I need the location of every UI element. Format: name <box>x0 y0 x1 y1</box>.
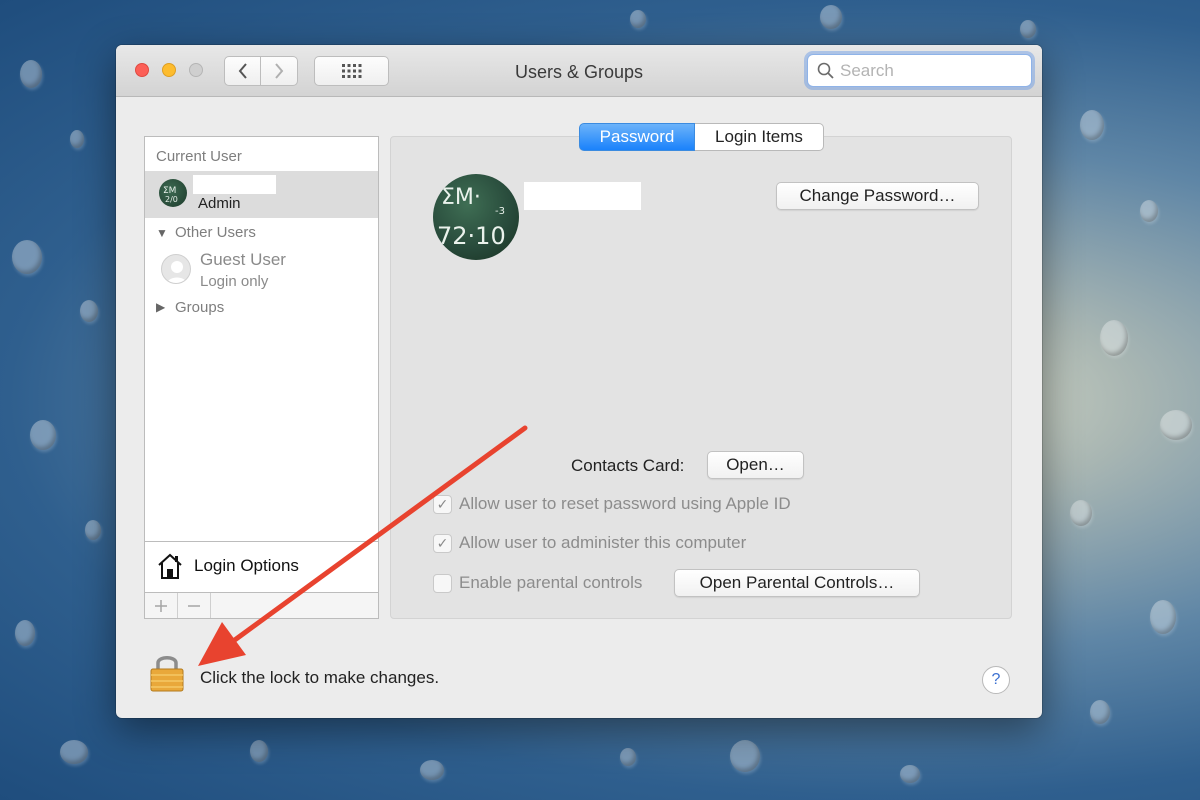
search-input[interactable] <box>840 60 1020 81</box>
change-password-button[interactable]: Change Password… <box>776 182 979 210</box>
parental-controls-checkbox[interactable] <box>433 573 452 593</box>
tab-bar: Password Login Items <box>579 123 824 151</box>
guest-user-subtitle: Login only <box>200 273 269 290</box>
users-list: Current User ΣM 2/0 Admin ▼ Other Users G… <box>144 136 379 618</box>
add-user-button[interactable] <box>145 593 178 618</box>
guest-user-name[interactable]: Guest User <box>200 250 286 270</box>
administer-computer-checkbox[interactable]: ✓ <box>433 533 452 553</box>
login-options-label: Login Options <box>194 556 299 575</box>
svg-text:72·10: 72·10 <box>437 222 506 250</box>
minus-icon <box>188 604 200 607</box>
sidebar-add-remove-bar <box>144 592 379 619</box>
user-picture[interactable]: ΣM· -3 72·10 <box>433 174 519 260</box>
groups-disclosure-icon[interactable]: ▶ <box>156 300 165 314</box>
svg-text:ΣM·: ΣM· <box>441 185 481 210</box>
help-button[interactable]: ? <box>982 666 1010 694</box>
title-bar: Users & Groups <box>116 45 1042 97</box>
current-user-row[interactable]: ΣM 2/0 Admin <box>145 171 378 218</box>
checkmark-icon: ✓ <box>436 534 449 551</box>
other-users-disclosure-icon[interactable]: ▼ <box>156 226 168 240</box>
checkmark-icon: ✓ <box>436 495 449 512</box>
administer-computer-label: Allow user to administer this computer <box>459 533 747 552</box>
groups-header: Groups <box>175 299 225 316</box>
house-icon <box>158 553 182 579</box>
open-parental-controls-button[interactable]: Open Parental Controls… <box>674 569 920 597</box>
parental-controls-label: Enable parental controls <box>459 573 643 592</box>
user-full-name <box>524 182 641 210</box>
svg-text:2/0: 2/0 <box>165 195 178 204</box>
guest-user-avatar <box>161 254 191 284</box>
current-user-role: Admin <box>198 195 241 212</box>
current-user-header: Current User <box>156 148 242 165</box>
plus-icon <box>155 599 167 612</box>
current-user-name <box>193 175 276 194</box>
users-groups-window: Users & Groups Current User ΣM2/0 Admin … <box>116 45 1042 718</box>
person-icon <box>166 261 188 283</box>
avatar: ΣM 2/0 <box>159 179 187 207</box>
reset-password-apple-id-label: Allow user to reset password using Apple… <box>459 494 791 513</box>
padlock-icon <box>150 656 184 692</box>
administer-computer-row[interactable]: ✓ Allow user to administer this computer <box>433 533 746 553</box>
lock-message: Click the lock to make changes. <box>200 668 440 687</box>
reset-password-apple-id-checkbox[interactable]: ✓ <box>433 494 452 514</box>
search-icon <box>817 62 834 79</box>
tab-password[interactable]: Password <box>579 123 695 151</box>
svg-text:-3: -3 <box>495 206 505 217</box>
other-users-header: Other Users <box>175 224 256 241</box>
reset-password-apple-id-row[interactable]: ✓ Allow user to reset password using App… <box>433 494 791 514</box>
lock-button[interactable] <box>149 652 185 697</box>
open-contacts-card-button[interactable]: Open… <box>707 451 804 479</box>
parental-controls-row[interactable]: Enable parental controls <box>433 573 642 593</box>
remove-user-button[interactable] <box>178 593 211 618</box>
search-field[interactable] <box>807 54 1032 87</box>
tab-login-items[interactable]: Login Items <box>695 123 824 151</box>
contacts-card-label: Contacts Card: <box>571 456 685 475</box>
login-options-item[interactable]: Login Options <box>145 541 378 590</box>
